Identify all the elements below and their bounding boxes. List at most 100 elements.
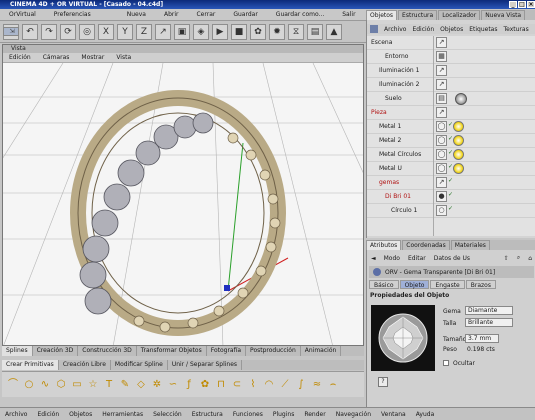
material-tag-icon[interactable] — [453, 163, 464, 174]
redo-icon[interactable]: ↷ — [41, 23, 57, 40]
bottom-menu-estructura[interactable]: Estructura — [187, 411, 228, 418]
menu-guardar[interactable]: Guardar — [224, 10, 266, 20]
menu-guardar-como[interactable]: Guardar como... — [267, 10, 333, 20]
profile-icon[interactable]: ⊓ — [216, 379, 226, 390]
tab-objeto[interactable]: Objeto — [399, 280, 430, 289]
column-divider[interactable] — [433, 36, 434, 236]
list-item[interactable]: Metal 2 ◯ ✓ — [367, 134, 535, 148]
close-button[interactable]: × — [527, 1, 535, 8]
camera-icon[interactable]: ▶ — [212, 23, 228, 40]
material-tag-icon[interactable] — [453, 121, 464, 132]
visible-check-icon[interactable]: ✓ — [448, 150, 453, 159]
bottom-menu-herramientas[interactable]: Herramientas — [97, 411, 148, 418]
list-item[interactable]: Pieza ↗ — [367, 106, 535, 120]
formula-icon[interactable]: ƒ — [184, 379, 194, 390]
list-item[interactable]: Círculo 1 ○ ✓ — [367, 204, 535, 218]
cogwheel-icon[interactable]: ✲ — [152, 379, 162, 390]
om-menu-objetos[interactable]: Objetos — [437, 26, 466, 33]
vectorizer-icon[interactable]: ✎ — [120, 379, 130, 390]
tab-materiales[interactable]: Materiales — [450, 240, 490, 250]
menu-cerrar[interactable]: Cerrar — [187, 10, 224, 20]
tab-construccion-3d[interactable]: Construcción 3D — [78, 346, 137, 356]
tab-coordenadas[interactable]: Coordenadas — [402, 240, 450, 250]
bottom-menu-seleccion[interactable]: Selección — [148, 411, 187, 418]
bezier-icon[interactable]: ◠ — [264, 379, 274, 390]
viewport-menu-vista[interactable]: Vista — [110, 54, 137, 61]
ocultar-checkbox[interactable] — [443, 360, 449, 366]
tab-brazos[interactable]: Brazos — [465, 280, 496, 289]
tab-modificar-spline[interactable]: Modificar Spline — [111, 360, 168, 370]
3d-scene[interactable] — [3, 62, 363, 345]
bottom-menu-archivo[interactable]: Archivo — [0, 411, 32, 418]
om-menu-edicion[interactable]: Edición — [409, 26, 437, 33]
star-icon[interactable]: ☆ — [88, 379, 98, 390]
list-item[interactable]: gemas ↗ ✓ — [367, 176, 535, 190]
viewport-menu-camaras[interactable]: Cámaras — [37, 54, 76, 61]
tab-basico[interactable]: Básico — [369, 280, 399, 289]
visible-check-icon[interactable]: ✓ — [448, 136, 453, 145]
rotate-icon[interactable]: ⟳ — [60, 23, 76, 40]
viewport-menu-edicion[interactable]: Edición — [3, 54, 37, 61]
tab-creacion-3d[interactable]: Creación 3D — [33, 346, 79, 356]
render-icon[interactable]: ◈ — [193, 23, 209, 40]
om-menu-etiquetas[interactable]: Etiquetas — [466, 26, 500, 33]
four-side-icon[interactable]: ◇ — [136, 379, 146, 390]
tab-postproduccion[interactable]: Postproducción — [246, 346, 301, 356]
tab-localizador[interactable]: Localizador — [438, 10, 481, 20]
ngon-icon[interactable]: ⬡ — [56, 379, 66, 390]
bottom-menu-objetos[interactable]: Objetos — [64, 411, 97, 418]
tab-nueva-vista[interactable]: Nueva Vista — [481, 10, 526, 20]
cube-icon[interactable]: ■ — [231, 23, 247, 40]
visible-check-icon[interactable]: ✓ — [448, 178, 453, 187]
menu-abrir[interactable]: Abrir — [155, 10, 188, 20]
talla-select[interactable]: Brillante — [465, 318, 513, 327]
bottom-menu-edicion[interactable]: Edición — [32, 411, 64, 418]
material-tag-icon[interactable] — [453, 149, 464, 160]
target-icon[interactable]: ◎ — [79, 23, 95, 40]
list-item[interactable]: Metal 1 ◯ ✓ — [367, 120, 535, 134]
circle-icon[interactable]: ○ — [24, 379, 34, 390]
search-icon[interactable]: ⌕ — [513, 254, 524, 262]
help-button[interactable]: ? — [378, 377, 388, 387]
tab-fotografia[interactable]: Fotografía — [207, 346, 247, 356]
visible-check-icon[interactable]: ✓ — [448, 122, 453, 131]
list-item[interactable]: Suelo ▤ — [367, 92, 535, 106]
linear-icon[interactable]: ⟋ — [280, 379, 290, 390]
list-item[interactable]: Metal U ◯ ✓ — [367, 162, 535, 176]
visible-check-icon[interactable]: ✓ — [448, 192, 453, 201]
attr-menu-editar[interactable]: Editar — [404, 255, 430, 262]
menu-preferencias[interactable]: Preferencias — [45, 10, 100, 20]
list-item[interactable]: Di Bri 01 ● ✓ — [367, 190, 535, 204]
minimize-button[interactable]: _ — [509, 1, 517, 8]
list-item[interactable]: Iluminación 1 ↗ — [367, 64, 535, 78]
bottom-menu-ventana[interactable]: Ventana — [376, 411, 411, 418]
list-item[interactable]: Escena ↗ — [367, 36, 535, 50]
rectangle-icon[interactable]: ▭ — [72, 379, 82, 390]
menu-salir[interactable]: Salir — [333, 10, 364, 20]
bottom-menu-plugins[interactable]: Plugins — [268, 411, 300, 418]
bspline-icon[interactable]: ⌢ — [328, 379, 338, 390]
environment-icon[interactable]: ▲ — [326, 23, 342, 40]
maximize-button[interactable]: □ — [518, 1, 526, 8]
cubic-icon[interactable]: ∫ — [296, 379, 306, 390]
gema-select[interactable]: Diamante — [465, 306, 513, 315]
om-menu-texturas[interactable]: Texturas — [500, 26, 531, 33]
tamano-input[interactable]: 3.7 mm — [465, 334, 499, 343]
bottom-menu-render[interactable]: Render — [299, 411, 330, 418]
deformer-icon[interactable]: ⧖ — [288, 23, 304, 40]
axis-x-icon[interactable]: X — [98, 23, 114, 40]
tab-objetos[interactable]: Objetos — [366, 10, 398, 20]
spline-icon[interactable]: ⌇ — [248, 379, 258, 390]
scale-icon[interactable]: ⇲ — [3, 27, 19, 36]
tab-atributos[interactable]: Atributos — [366, 240, 402, 250]
helix-icon[interactable]: ∿ — [40, 379, 50, 390]
menu-orvirtual[interactable]: OrVirtual — [0, 10, 45, 20]
menu-nueva[interactable]: Nueva — [118, 10, 155, 20]
arc-icon[interactable]: ⌒ — [8, 379, 18, 390]
axis-y-icon[interactable]: Y — [117, 23, 133, 40]
render-region-icon[interactable]: ▣ — [174, 23, 190, 40]
attr-menu-datos[interactable]: Datos de Us — [430, 255, 474, 262]
tab-creacion-libre[interactable]: Creación Libre — [59, 360, 111, 370]
light-icon[interactable]: ✹ — [269, 23, 285, 40]
text-icon[interactable]: T — [104, 379, 114, 390]
